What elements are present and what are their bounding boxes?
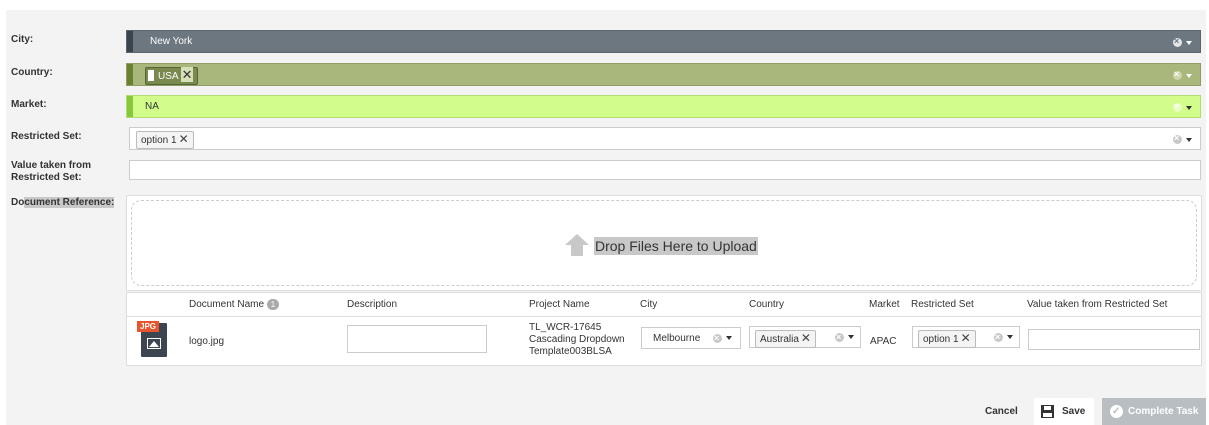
chevron-down-icon[interactable] [1186, 73, 1192, 78]
check-circle-icon [1110, 398, 1123, 425]
restricted-set-chip-label: option 1 [141, 135, 177, 146]
value-taken-field[interactable] [129, 160, 1201, 180]
clear-icon[interactable] [1173, 101, 1182, 113]
market-value: NA [145, 101, 159, 112]
dropzone-text: Drop Files Here to Upload [594, 237, 758, 255]
project-name-cell: TL_WCR-17645 Cascading Dropdown Template… [529, 322, 625, 358]
value-taken-label: Value taken from Restricted Set: [11, 160, 91, 184]
document-table: Document Name 1 Description Project Name … [126, 292, 1202, 366]
country-chip-label: USA [158, 71, 179, 82]
row-country-chip: Australia ✕ [755, 330, 816, 348]
remove-chip-icon[interactable]: ✕ [961, 331, 971, 345]
country-label: Country: [11, 67, 53, 78]
remove-chip-icon[interactable]: ✕ [179, 132, 189, 146]
save-button[interactable]: Save [1034, 398, 1094, 425]
file-type-tag: JPG [137, 321, 160, 332]
market-select[interactable]: NA [126, 95, 1201, 118]
clear-icon[interactable] [835, 331, 844, 343]
chevron-down-icon[interactable] [1186, 40, 1192, 45]
chevron-down-icon[interactable] [848, 335, 854, 340]
image-icon [147, 338, 161, 349]
clear-icon[interactable] [994, 331, 1003, 343]
restricted-set-select[interactable]: option 1 ✕ [129, 127, 1201, 150]
col-header-document-name-label: Document Name [189, 299, 265, 311]
market-controls [1173, 101, 1192, 113]
restricted-set-controls [1173, 133, 1192, 145]
file-dropzone[interactable]: Drop Files Here to Upload [126, 195, 1202, 291]
header-divider [127, 316, 1201, 317]
city-select[interactable]: New York [126, 30, 1201, 53]
document-reference-label-a: Do [11, 197, 25, 208]
value-taken-label-line2: Restricted Set: [11, 172, 82, 183]
project-name-line2: Cascading Dropdown [529, 334, 625, 345]
market-label: Market: [11, 99, 47, 110]
country-controls [1173, 69, 1192, 81]
save-button-label: Save [1062, 406, 1086, 417]
chevron-down-icon[interactable] [1007, 335, 1013, 340]
row-city-controls [713, 332, 732, 345]
col-header-restricted-set[interactable]: Restricted Set [911, 299, 974, 311]
country-accent-bar [127, 64, 133, 85]
upload-arrow-icon [565, 234, 589, 245]
form-panel: City: New York Country: USA✕ Market: NA … [6, 10, 1206, 425]
country-select[interactable]: USA ✕ [126, 63, 1201, 86]
col-header-description[interactable]: Description [347, 299, 397, 311]
row-restricted-set-controls [994, 331, 1013, 344]
chevron-down-icon[interactable] [1186, 137, 1192, 142]
row-restricted-set-chip-label: option 1 [923, 334, 959, 345]
row-country-chip-label: Australia [760, 334, 799, 345]
row-restricted-set-chip: option 1 ✕ [918, 330, 976, 348]
document-count-badge: 1 [267, 299, 280, 310]
clear-icon[interactable] [1173, 36, 1182, 48]
file-name[interactable]: logo.jpg [189, 336, 224, 348]
country-chip: USA ✕ [145, 67, 199, 85]
row-restricted-set-select[interactable]: option 1 ✕ [912, 326, 1020, 348]
dropzone-border: Drop Files Here to Upload [131, 200, 1197, 286]
document-reference-label: Document Reference: [11, 197, 115, 208]
city-controls [1173, 36, 1192, 48]
restricted-set-chip: option 1 ✕ [136, 131, 194, 149]
project-name-line3: Template003BLSA [529, 346, 612, 357]
city-accent-bar [127, 31, 133, 52]
complete-task-label: Complete Task [1128, 406, 1199, 417]
floppy-disk-icon [1041, 405, 1054, 418]
clear-icon[interactable] [1173, 133, 1182, 145]
restricted-set-label: Restricted Set: [11, 131, 82, 142]
col-header-project-name[interactable]: Project Name [529, 299, 590, 311]
value-taken-label-line1: Value taken from [11, 160, 92, 171]
col-header-city[interactable]: City [640, 299, 657, 311]
clear-icon[interactable] [1173, 69, 1182, 81]
clear-icon[interactable] [713, 332, 722, 344]
jpg-file-icon: JPG [137, 321, 167, 357]
row-value-taken-input[interactable] [1028, 329, 1200, 350]
upload-arrow-stem [571, 245, 583, 256]
city-label: City: [11, 34, 34, 45]
chevron-down-icon[interactable] [1186, 105, 1192, 110]
remove-chip-icon[interactable]: ✕ [801, 331, 811, 345]
city-value: New York [150, 36, 193, 47]
col-header-country[interactable]: Country [749, 299, 784, 311]
remove-chip-icon[interactable]: ✕ [180, 67, 194, 82]
document-reference-label-b: cument Reference: [24, 197, 115, 208]
project-name-line1: TL_WCR-17645 [529, 322, 602, 333]
col-header-market[interactable]: Market [869, 299, 900, 311]
row-country-select[interactable]: Australia ✕ [749, 326, 861, 348]
row-market-value: APAC [870, 336, 897, 347]
chevron-down-icon[interactable] [726, 336, 732, 341]
row-country-controls [835, 331, 854, 344]
complete-task-button[interactable]: Complete Task [1102, 398, 1206, 425]
row-city-value: Melbourne [653, 333, 701, 344]
restricted-set-value: option 1 ✕ [136, 131, 194, 149]
col-header-document-name[interactable]: Document Name 1 [189, 299, 280, 311]
row-city-select[interactable]: Melbourne [641, 327, 741, 349]
col-header-value-taken[interactable]: Value taken from Restricted Set [1027, 299, 1167, 311]
cancel-button[interactable]: Cancel [985, 406, 1018, 418]
market-accent-bar [127, 96, 133, 117]
description-input[interactable] [347, 325, 487, 353]
